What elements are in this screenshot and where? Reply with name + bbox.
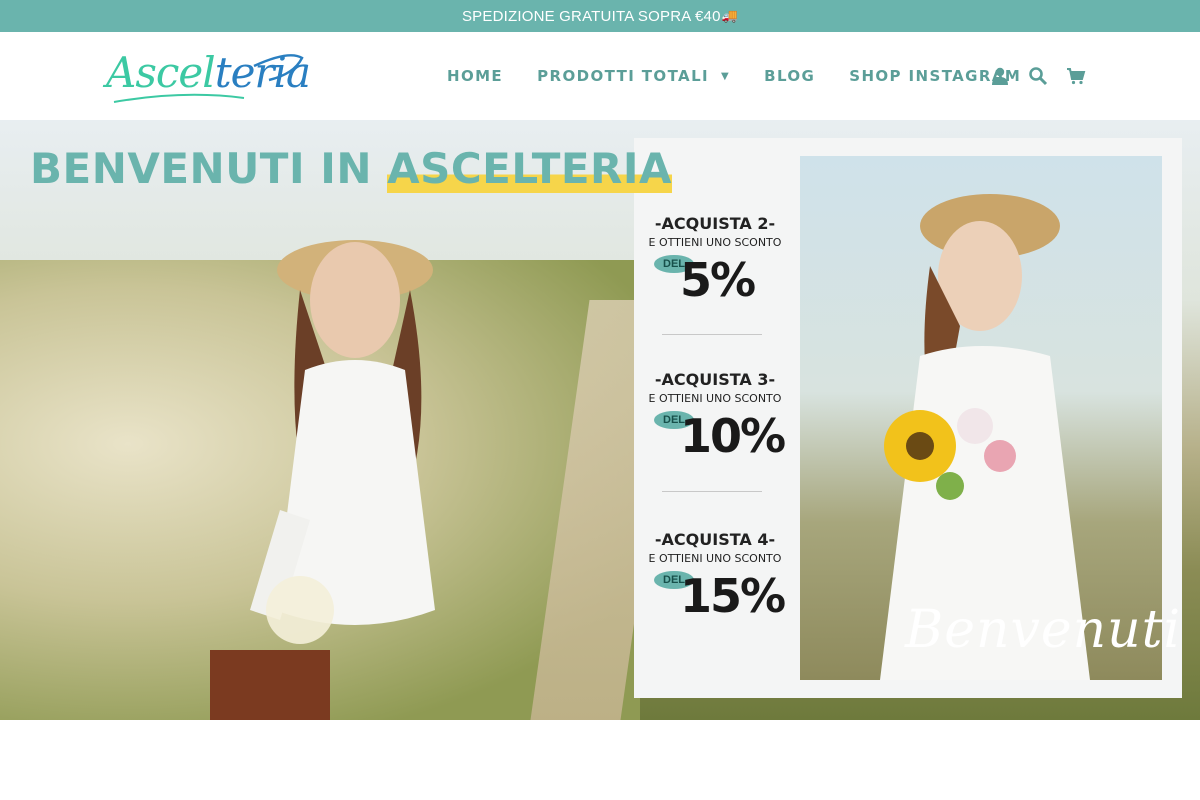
main-nav: HOME PRODOTTI TOTALI ▼ BLOG SHOP INSTAGR… (447, 32, 1055, 120)
announcement-bar: SPEDIZIONE GRATUITA SOPRA €40 🚚 (0, 0, 1200, 32)
nav-prodotti-totali[interactable]: PRODOTTI TOTALI ▼ (537, 67, 730, 85)
hero-banner[interactable]: BENVENUTI IN ASCELTERIA -ACQUISTA 2- E O… (0, 120, 1200, 720)
hero-title: BENVENUTI IN ASCELTERIA (30, 144, 672, 193)
search-icon[interactable] (1026, 64, 1050, 88)
promo-buy-3: -ACQUISTA 3- E OTTIENI UNO SCONTO DEL 10… (648, 370, 787, 463)
site-logo[interactable]: Ascelteria (104, 46, 311, 108)
promo-percent: 15% (680, 569, 786, 623)
woman-with-hat-image (210, 240, 435, 720)
promo-percent: 5% (680, 253, 756, 307)
user-account-icon[interactable] (988, 64, 1012, 88)
cart-icon[interactable] (1064, 64, 1088, 88)
promo-divider (662, 491, 762, 492)
site-header: Ascelteria HOME PRODOTTI TOTALI ▼ BLOG S… (0, 32, 1200, 120)
nav-home[interactable]: HOME (447, 67, 503, 85)
hero-script-text: Benvenuti (905, 600, 1182, 660)
header-icons (988, 32, 1102, 120)
delivery-truck-icon: 🚚 (721, 8, 739, 23)
promo-buy-2: -ACQUISTA 2- E OTTIENI UNO SCONTO DEL 5% (648, 214, 782, 307)
promo-buy-4: -ACQUISTA 4- E OTTIENI UNO SCONTO DEL 15… (648, 530, 787, 623)
promo-percent: 10% (680, 409, 786, 463)
logo-swash (113, 54, 304, 103)
announcement-text: SPEDIZIONE GRATUITA SOPRA €40 (461, 7, 721, 25)
caret-down-icon: ▼ (721, 70, 731, 82)
nav-blog[interactable]: BLOG (764, 67, 815, 85)
promo-divider (662, 334, 762, 335)
